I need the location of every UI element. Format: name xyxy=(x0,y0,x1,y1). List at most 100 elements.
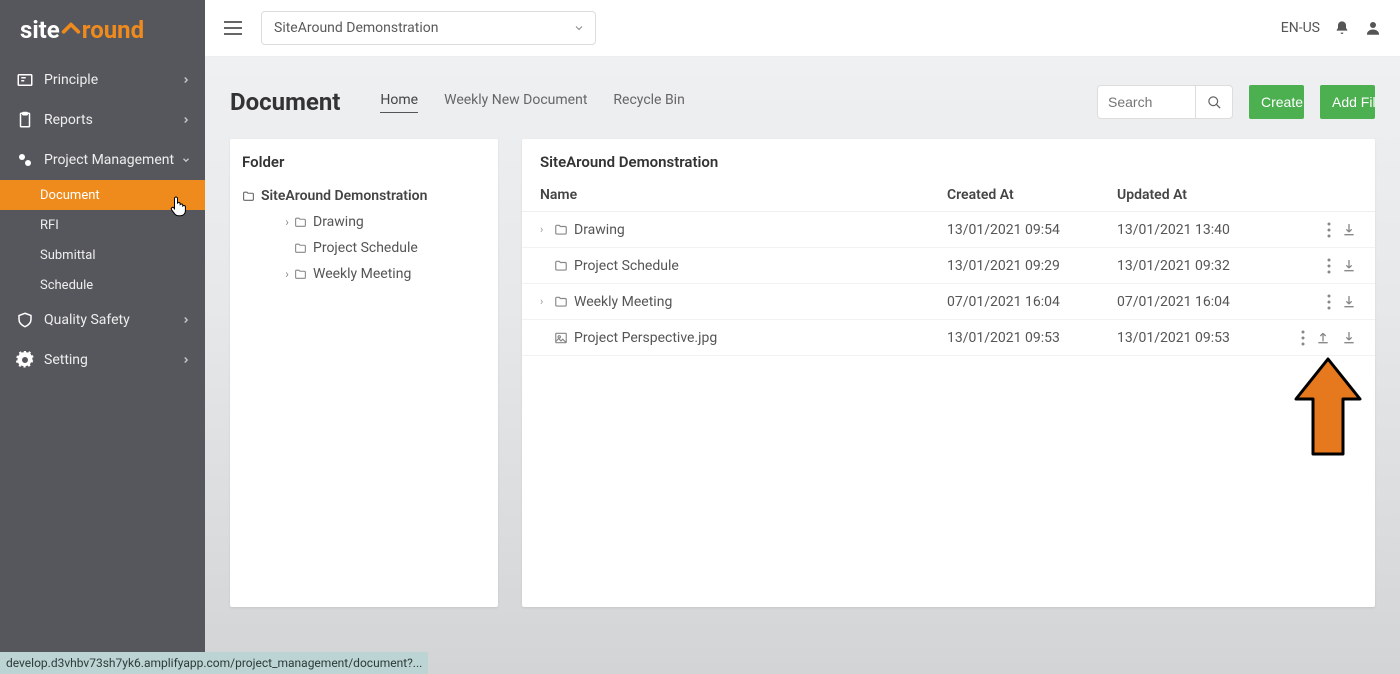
row-actions xyxy=(1287,330,1357,346)
tab-home[interactable]: Home xyxy=(380,92,418,113)
nav-principle[interactable]: Principle xyxy=(0,60,205,100)
page-title: Document xyxy=(230,88,340,116)
folder-heading: Folder xyxy=(242,153,486,171)
tree-item-weekly-meeting[interactable]: › Weekly Meeting xyxy=(256,261,486,287)
folder-icon xyxy=(242,190,255,203)
statusbar: develop.d3vhbv73sh7yk6.amplifyapp.com/pr… xyxy=(0,652,428,674)
tree-label: SiteAround Demonstration xyxy=(261,188,427,204)
row-actions xyxy=(1287,294,1357,310)
folder-icon xyxy=(294,242,307,255)
more-icon[interactable] xyxy=(1327,294,1331,310)
folder-tree: SiteAround Demonstration › Drawing Proje… xyxy=(242,183,486,287)
bell-icon[interactable] xyxy=(1334,19,1350,37)
row-created: 13/01/2021 09:54 xyxy=(947,222,1117,238)
shield-icon xyxy=(16,311,34,329)
col-created: Created At xyxy=(947,187,1117,203)
nav-submittal[interactable]: Submittal xyxy=(0,240,205,270)
row-name: Drawing xyxy=(574,222,625,238)
topbar: SiteAround Demonstration EN-US xyxy=(205,0,1400,57)
row-updated: 13/01/2021 13:40 xyxy=(1117,222,1287,238)
logo-text-round: round xyxy=(82,16,144,44)
expand-icon[interactable]: › xyxy=(540,223,552,236)
logo-text-site: site xyxy=(20,16,60,44)
more-icon[interactable] xyxy=(1301,330,1305,346)
nav-label: Principle xyxy=(44,72,98,88)
nav-quality-safety[interactable]: Quality Safety xyxy=(0,300,205,340)
list-row[interactable]: › Weekly Meeting 07/01/2021 16:0407/01/202… xyxy=(522,284,1375,320)
tab-recycle-bin[interactable]: Recycle Bin xyxy=(613,92,684,113)
more-icon[interactable] xyxy=(1327,222,1331,238)
tree-item-drawing[interactable]: › Drawing xyxy=(256,209,486,235)
more-icon[interactable] xyxy=(1327,258,1331,274)
list-row[interactable]: Project Perspective.jpg13/01/2021 09:531… xyxy=(522,320,1375,356)
search-wrap xyxy=(1097,85,1233,119)
expand-icon[interactable]: › xyxy=(280,267,294,281)
download-icon[interactable] xyxy=(1341,258,1357,274)
folder-panel: Folder SiteAround Demonstration › Drawin… xyxy=(230,139,498,607)
list-header: Name Created At Updated At xyxy=(522,179,1375,212)
nav-setting[interactable]: Setting xyxy=(0,340,205,380)
add-file-button[interactable]: Add File xyxy=(1320,85,1375,119)
nav-schedule[interactable]: Schedule xyxy=(0,270,205,300)
row-name: Weekly Meeting xyxy=(574,294,672,310)
tree-root[interactable]: SiteAround Demonstration xyxy=(242,183,486,209)
folder-icon xyxy=(554,295,568,309)
nav-label: Reports xyxy=(44,112,93,128)
list-body: › Drawing 13/01/2021 09:5413/01/2021 13:40… xyxy=(522,212,1375,356)
list-row[interactable]: › Drawing 13/01/2021 09:5413/01/2021 13:40 xyxy=(522,212,1375,248)
sidebar: site round Principle Reports Project Man… xyxy=(0,0,205,674)
col-actions xyxy=(1287,187,1357,203)
title-row: Document Home Weekly New Document Recycl… xyxy=(230,85,1375,119)
folder-icon xyxy=(294,268,307,281)
panels: Folder SiteAround Demonstration › Drawin… xyxy=(230,139,1375,607)
nav-document[interactable]: Document xyxy=(0,180,205,210)
sub-label: Submittal xyxy=(40,248,96,263)
row-updated: 13/01/2021 09:53 xyxy=(1117,330,1287,346)
project-select[interactable]: SiteAround Demonstration xyxy=(261,11,596,45)
search-input[interactable] xyxy=(1097,85,1195,119)
row-created: 07/01/2021 16:04 xyxy=(947,294,1117,310)
project-select-value: SiteAround Demonstration xyxy=(274,20,438,36)
topbar-right: EN-US xyxy=(1281,19,1382,37)
row-actions xyxy=(1287,222,1357,238)
folder-icon xyxy=(554,223,568,237)
gear-icon xyxy=(16,351,34,369)
expand-icon[interactable]: › xyxy=(280,215,294,229)
user-icon[interactable] xyxy=(1364,19,1382,37)
search-button[interactable] xyxy=(1195,85,1233,119)
tree-label: Drawing xyxy=(313,214,364,230)
nav-rfi[interactable]: RFI xyxy=(0,210,205,240)
col-name: Name xyxy=(540,187,947,203)
folder-icon xyxy=(294,216,307,229)
sub-label: Document xyxy=(40,188,100,203)
nav-label: Project Management xyxy=(44,152,174,168)
chevron-down-icon xyxy=(181,155,191,165)
download-icon[interactable] xyxy=(1341,222,1357,238)
image-icon xyxy=(554,331,568,345)
share-icon[interactable] xyxy=(1315,330,1331,346)
nav: Principle Reports Project Management Doc… xyxy=(0,60,205,380)
download-icon[interactable] xyxy=(1341,294,1357,310)
create-folder-button[interactable]: Create F xyxy=(1249,85,1304,119)
logo: site round xyxy=(0,0,205,60)
nav-project-management[interactable]: Project Management xyxy=(0,140,205,180)
chevron-right-icon xyxy=(181,355,191,365)
sub-label: RFI xyxy=(40,218,59,233)
title-actions: Create F Add File xyxy=(1097,85,1375,119)
col-updated: Updated At xyxy=(1117,187,1287,203)
tree-item-project-schedule[interactable]: Project Schedule xyxy=(256,235,486,261)
nav-reports[interactable]: Reports xyxy=(0,100,205,140)
download-icon[interactable] xyxy=(1341,330,1357,346)
row-updated: 07/01/2021 16:04 xyxy=(1117,294,1287,310)
reports-icon xyxy=(16,111,34,129)
nav-label: Quality Safety xyxy=(44,312,130,328)
language-selector[interactable]: EN-US xyxy=(1281,20,1320,36)
list-row[interactable]: Project Schedule13/01/2021 09:2913/01/20… xyxy=(522,248,1375,284)
sub-label: Schedule xyxy=(40,278,93,293)
row-created: 13/01/2021 09:53 xyxy=(947,330,1117,346)
chevron-right-icon xyxy=(181,115,191,125)
chevron-right-icon xyxy=(181,315,191,325)
expand-icon[interactable]: › xyxy=(540,295,552,308)
hamburger-icon[interactable] xyxy=(223,20,243,36)
tab-weekly-new[interactable]: Weekly New Document xyxy=(444,92,587,113)
